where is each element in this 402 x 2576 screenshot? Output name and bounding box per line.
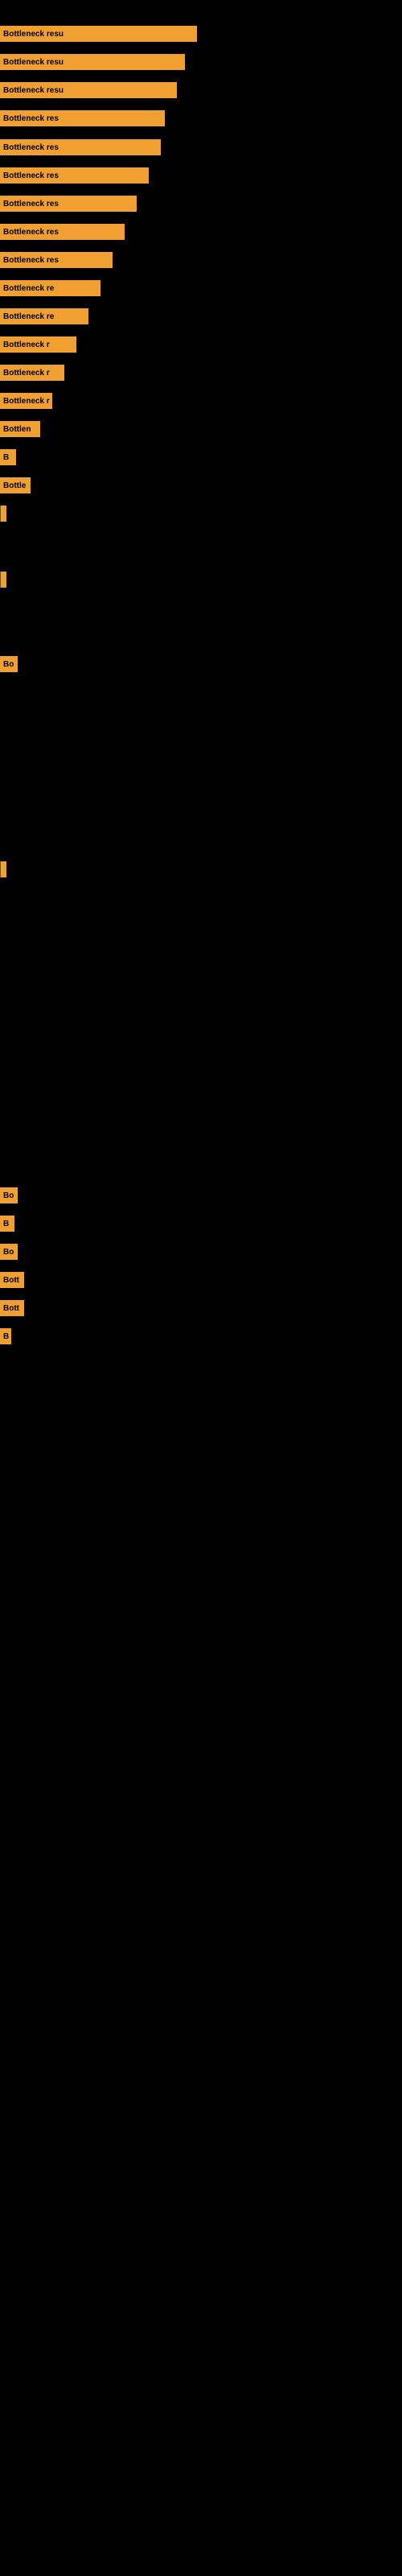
bar-row-15: B xyxy=(0,449,16,465)
bar-label-6: Bottleneck res xyxy=(0,196,137,212)
bar-label-11: Bottleneck r xyxy=(0,336,76,353)
bar-row-7: Bottleneck res xyxy=(0,224,125,240)
bar-label-24: Bott xyxy=(0,1272,24,1288)
bar-label-7: Bottleneck res xyxy=(0,224,125,240)
bar-row-8: Bottleneck res xyxy=(0,252,113,268)
bar-label-20 xyxy=(0,861,6,877)
bar-row-0: Bottleneck resu xyxy=(0,26,197,42)
bar-row-12: Bottleneck r xyxy=(0,365,64,381)
bar-row-1: Bottleneck resu xyxy=(0,54,185,70)
bar-row-16: Bottle xyxy=(0,477,31,493)
bar-row-25: Bott xyxy=(0,1300,24,1316)
site-title xyxy=(0,0,402,8)
vertical-line-1 xyxy=(0,572,1,588)
bar-label-15: B xyxy=(0,449,16,465)
bar-label-19: Bo xyxy=(0,656,18,672)
bar-row-22: B xyxy=(0,1216,14,1232)
bar-label-8: Bottleneck res xyxy=(0,252,113,268)
bar-row-21: Bo xyxy=(0,1187,18,1203)
bar-row-19: Bo xyxy=(0,656,18,672)
bar-row-6: Bottleneck res xyxy=(0,196,137,212)
bar-row-24: Bott xyxy=(0,1272,24,1288)
bar-label-22: B xyxy=(0,1216,14,1232)
vertical-line-2 xyxy=(0,861,1,877)
bar-label-3: Bottleneck res xyxy=(0,110,165,126)
bar-label-23: Bo xyxy=(0,1244,18,1260)
bar-row-23: Bo xyxy=(0,1244,18,1260)
bar-row-4: Bottleneck res xyxy=(0,139,161,155)
bar-label-4: Bottleneck res xyxy=(0,139,161,155)
bar-label-16: Bottle xyxy=(0,477,31,493)
bar-label-26: B xyxy=(0,1328,11,1344)
bar-label-14: Bottlen xyxy=(0,421,40,437)
bar-row-3: Bottleneck res xyxy=(0,110,165,126)
bar-label-17 xyxy=(0,506,6,522)
bar-label-21: Bo xyxy=(0,1187,18,1203)
vertical-line-0 xyxy=(0,506,1,522)
bar-row-11: Bottleneck r xyxy=(0,336,76,353)
bar-label-10: Bottleneck re xyxy=(0,308,88,324)
bar-label-2: Bottleneck resu xyxy=(0,82,177,98)
bar-row-13: Bottleneck r xyxy=(0,393,52,409)
bar-label-1: Bottleneck resu xyxy=(0,54,185,70)
bar-label-0: Bottleneck resu xyxy=(0,26,197,42)
bar-label-12: Bottleneck r xyxy=(0,365,64,381)
bar-row-10: Bottleneck re xyxy=(0,308,88,324)
bar-label-5: Bottleneck res xyxy=(0,167,149,184)
bar-label-13: Bottleneck r xyxy=(0,393,52,409)
bar-label-25: Bott xyxy=(0,1300,24,1316)
bar-row-26: B xyxy=(0,1328,11,1344)
bar-row-2: Bottleneck resu xyxy=(0,82,177,98)
bar-row-9: Bottleneck re xyxy=(0,280,100,296)
bar-label-9: Bottleneck re xyxy=(0,280,100,296)
bar-row-14: Bottlen xyxy=(0,421,40,437)
bar-row-5: Bottleneck res xyxy=(0,167,149,184)
bar-label-18 xyxy=(0,572,6,588)
